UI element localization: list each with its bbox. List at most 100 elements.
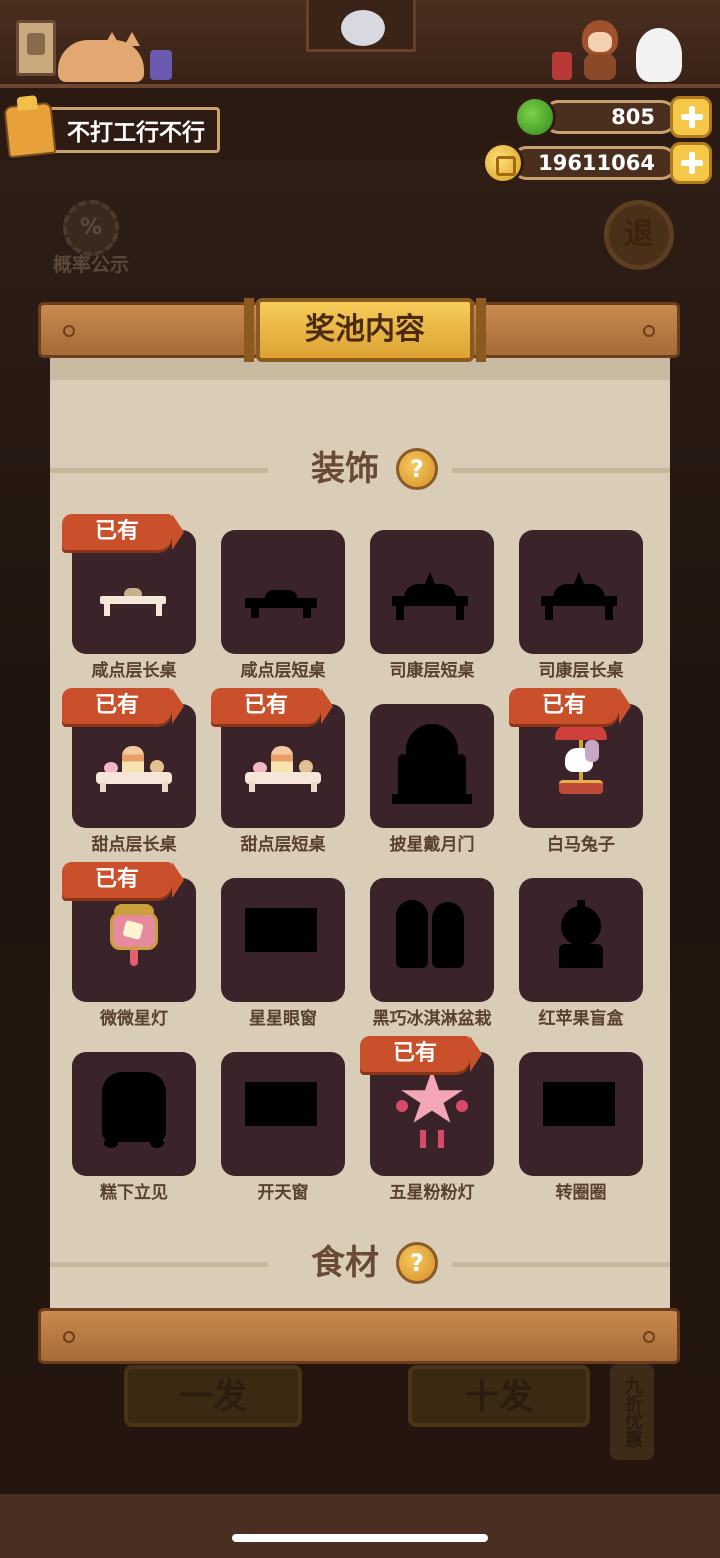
star-lamp-icon <box>396 1070 468 1150</box>
item-name: 甜点层长桌 <box>91 835 177 855</box>
item-name: 咸点层短桌 <box>240 661 326 681</box>
item-tile <box>370 530 494 654</box>
ghost-cat-icon <box>636 28 682 82</box>
item-card[interactable]: 已有 甜点层长桌 <box>62 688 196 868</box>
jar-icon <box>150 50 172 80</box>
player-avatar-icon <box>3 101 57 159</box>
item-name: 五星粉粉灯 <box>389 1183 475 1203</box>
kid-character-icon <box>578 20 622 80</box>
item-name: 白马兔子 <box>547 835 615 855</box>
dessert-table-icon <box>245 744 321 794</box>
owned-badge: 已有 <box>62 514 184 550</box>
scroll-rod-bottom <box>38 1308 680 1364</box>
add-coins-button[interactable] <box>670 142 712 184</box>
item-tile <box>519 530 643 654</box>
section-header-ingredients: 食材 ? <box>50 1236 670 1290</box>
percent-gear-icon: % <box>63 200 119 256</box>
item-tile <box>221 1052 345 1176</box>
item-name: 咸点层长桌 <box>91 661 177 681</box>
apple-box-silhouette-icon <box>559 900 603 970</box>
single-draw-button[interactable]: 一发 <box>124 1365 302 1427</box>
item-card[interactable]: 黑巧冰淇淋盆栽 <box>370 878 494 1042</box>
item-card[interactable]: 司康层长桌 <box>519 530 643 694</box>
item-tile <box>370 878 494 1002</box>
plant-silhouette-icon <box>396 900 466 970</box>
mirror-silhouette-icon <box>102 1072 166 1148</box>
bottom-bar <box>0 1494 720 1558</box>
help-icon[interactable]: ? <box>396 1242 438 1284</box>
item-name: 甜点层短桌 <box>240 835 326 855</box>
panel-title: 奖池内容 <box>244 298 486 362</box>
home-indicator[interactable] <box>232 1534 488 1542</box>
item-name: 司康层短桌 <box>389 661 475 681</box>
window-silhouette-icon <box>245 1082 317 1126</box>
probability-label: 概率公示 <box>52 254 129 276</box>
rod-knob-icon <box>63 325 75 337</box>
player-name: 不打工行不行 <box>67 120 205 146</box>
item-name: 司康层长桌 <box>538 661 624 681</box>
rod-knob-icon <box>643 1331 655 1343</box>
item-card[interactable]: 转圈圈 <box>519 1052 643 1216</box>
add-gems-button[interactable] <box>670 96 712 138</box>
player-badge[interactable]: 不打工行不行 <box>3 101 220 159</box>
shelf-edge <box>0 84 720 88</box>
item-card[interactable]: 星星眼窗 <box>221 878 345 1042</box>
section-header-decor: 装饰 ? <box>50 442 670 496</box>
top-shelf <box>0 0 720 88</box>
discount-tag: 九折优惠 <box>610 1364 654 1460</box>
item-tile <box>370 704 494 828</box>
owned-badge: 已有 <box>509 688 631 724</box>
owned-badge: 已有 <box>360 1036 482 1072</box>
dessert-table-icon <box>96 744 172 794</box>
player-name-box: 不打工行不行 <box>46 107 220 153</box>
item-card[interactable]: 开天窗 <box>221 1052 345 1216</box>
item-card[interactable]: 红苹果盲盒 <box>519 878 643 1042</box>
item-name: 开天窗 <box>257 1183 309 1203</box>
window-silhouette-icon <box>245 908 317 952</box>
shelf-portrait <box>306 0 416 52</box>
section-title-decor: 装饰 <box>311 449 379 489</box>
item-card[interactable]: 已有 五星粉粉灯 <box>360 1036 494 1216</box>
item-tile <box>519 1052 643 1176</box>
item-name: 转圈圈 <box>555 1183 607 1203</box>
item-tile <box>519 878 643 1002</box>
ten-draw-button[interactable]: 十发 <box>408 1365 590 1427</box>
long-table-icon <box>100 588 166 616</box>
item-name: 红苹果盲盒 <box>538 1009 624 1029</box>
help-icon[interactable]: ? <box>396 448 438 490</box>
prize-pool-panel[interactable]: 装饰 ? 已有 咸点层长桌 咸点层短桌 司康层短桌 司康层长桌 已有 甜点层长桌… <box>50 356 670 1310</box>
divider-line <box>50 468 268 473</box>
owned-badge: 已有 <box>211 688 333 724</box>
item-card[interactable]: 糕下立见 <box>72 1052 196 1216</box>
table-silhouette-icon <box>245 590 317 618</box>
section-title-ingredients: 食材 <box>311 1243 379 1283</box>
gate-silhouette-icon <box>392 724 472 810</box>
probability-button[interactable]: % 概率公示 <box>46 200 136 278</box>
item-card[interactable]: 司康层短桌 <box>370 530 494 694</box>
item-card[interactable]: 已有 咸点层长桌 <box>62 514 196 694</box>
picture-frame-icon <box>16 20 56 76</box>
green-gem-icon <box>514 96 556 138</box>
carousel-icon <box>555 724 607 796</box>
item-card[interactable]: 披星戴月门 <box>370 704 494 868</box>
item-card[interactable]: 已有 微微星灯 <box>62 862 196 1042</box>
exit-button[interactable]: 退 <box>604 200 674 270</box>
item-card[interactable]: 已有 白马兔子 <box>509 688 643 868</box>
item-name: 黑巧冰淇淋盆栽 <box>372 1009 492 1029</box>
owned-badge: 已有 <box>62 688 184 724</box>
star-lantern-icon <box>108 904 160 968</box>
item-card[interactable]: 已有 甜点层短桌 <box>211 688 345 868</box>
coin-counter: 19611064 <box>482 142 712 184</box>
item-tile <box>221 878 345 1002</box>
item-name: 糕下立见 <box>100 1183 168 1203</box>
rod-knob-icon <box>63 1331 75 1343</box>
divider-line <box>452 468 670 473</box>
raccoon-icon <box>341 10 385 46</box>
rod-knob-icon <box>643 325 655 337</box>
table-silhouette-icon <box>392 572 468 620</box>
item-name: 星星眼窗 <box>249 1009 317 1029</box>
item-tile <box>221 530 345 654</box>
gem-amount: 805 <box>542 100 678 134</box>
item-card[interactable]: 咸点层短桌 <box>221 530 345 694</box>
item-tile <box>72 1052 196 1176</box>
